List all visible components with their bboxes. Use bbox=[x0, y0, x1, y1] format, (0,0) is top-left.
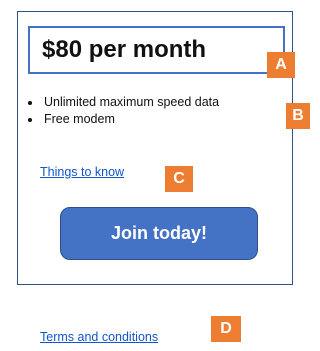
terms-and-conditions-link[interactable]: Terms and conditions bbox=[40, 330, 158, 344]
join-today-button[interactable]: Join today! bbox=[60, 207, 258, 260]
feature-item: Free modem bbox=[42, 111, 219, 128]
price-text: $80 per month bbox=[42, 36, 207, 63]
feature-item: Unlimited maximum speed data bbox=[42, 94, 219, 111]
things-to-know-link[interactable]: Things to know bbox=[40, 165, 124, 179]
offer-card: $80 per month Unlimited maximum speed da… bbox=[17, 11, 293, 285]
annotation-badge-c: C bbox=[165, 166, 193, 192]
annotation-badge-a: A bbox=[267, 52, 295, 78]
annotation-badge-b: B bbox=[286, 103, 310, 129]
feature-list: Unlimited maximum speed data Free modem bbox=[30, 94, 219, 128]
annotation-badge-d: D bbox=[211, 316, 241, 342]
price-box: $80 per month bbox=[28, 26, 285, 74]
